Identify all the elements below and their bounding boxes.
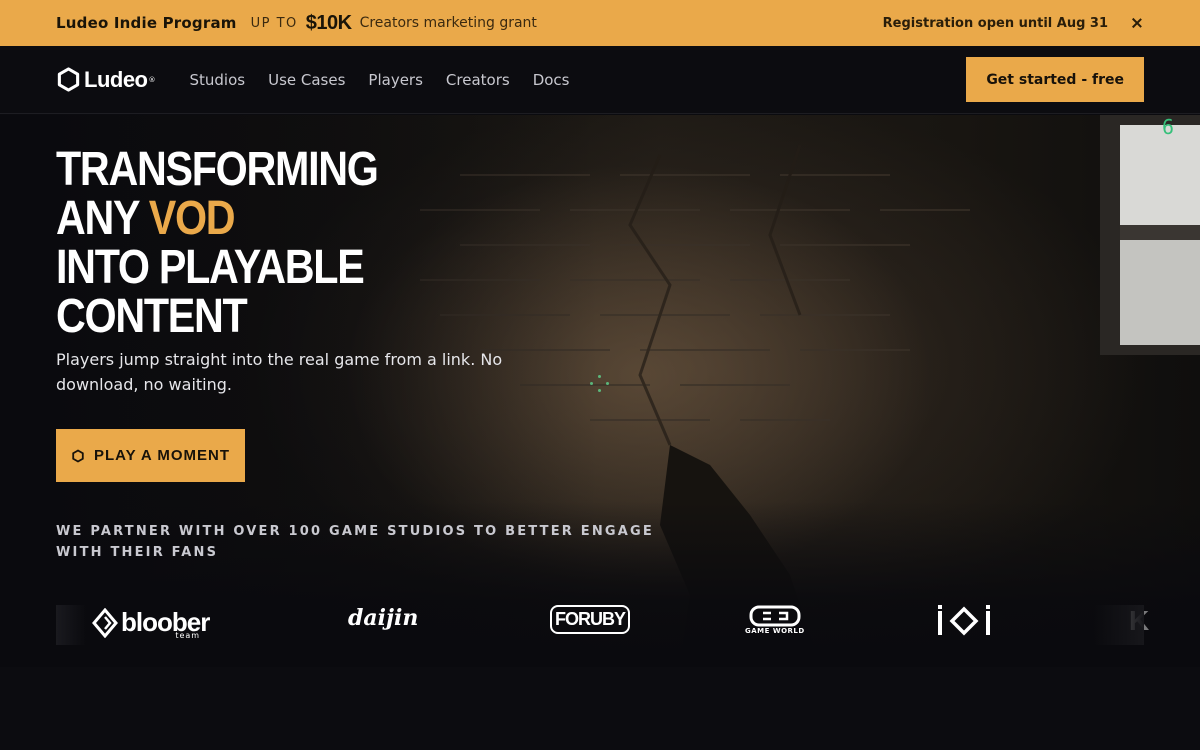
- partners-heading: WE PARTNER WITH OVER 100 GAME STUDIOS TO…: [56, 524, 654, 560]
- hero-section: 6 TRANSFORMING ANY VOD INTO PLAYABLE CON…: [0, 115, 1200, 667]
- nav-link-use-cases[interactable]: Use Cases: [268, 71, 345, 89]
- nav-link-studios[interactable]: Studios: [190, 71, 246, 89]
- hero-headline: TRANSFORMING ANY VOD INTO PLAYABLE CONTE…: [56, 143, 379, 343]
- play-moment-button[interactable]: PLAY A MOMENT: [56, 429, 245, 482]
- registered-mark: ®: [148, 75, 156, 84]
- ioi-mark-icon: [938, 605, 990, 636]
- play-ring-icon: [72, 448, 84, 463]
- bloober-team-text: team: [175, 631, 201, 640]
- promo-registration: Registration open until Aug 31: [882, 15, 1108, 31]
- play-moment-label: PLAY A MOMENT: [93, 447, 231, 464]
- get-started-button[interactable]: Get started - free: [966, 57, 1144, 102]
- nav-links: Studios Use Cases Players Creators Docs: [190, 71, 570, 89]
- daijin-text: daijin: [348, 605, 419, 631]
- brand-logo[interactable]: Ludeo ®: [56, 67, 156, 93]
- daijin-logo: daijin: [348, 605, 418, 631]
- headline-line-4: CONTENT: [56, 290, 248, 343]
- promo-grant: Creators marketing grant: [359, 15, 537, 31]
- headline-vod: VOD: [148, 192, 236, 245]
- logo-fade-left: [56, 605, 86, 645]
- nav-link-creators[interactable]: Creators: [446, 71, 510, 89]
- page-bottom: [0, 667, 1200, 750]
- ludeo-logo-icon: [57, 67, 80, 92]
- nav-link-docs[interactable]: Docs: [533, 71, 570, 89]
- brand-name: Ludeo: [84, 66, 148, 92]
- headline-line-1: TRANSFORMING: [56, 143, 379, 196]
- bloober-logo: bloober team: [92, 605, 210, 640]
- promo-amount: $10K: [305, 11, 352, 34]
- foruby-text: FORUBY: [550, 605, 630, 634]
- ioi-logo: [936, 605, 992, 637]
- close-icon[interactable]: [1130, 16, 1144, 30]
- headline-any: ANY: [56, 192, 140, 245]
- promo-upto: UP TO: [250, 15, 298, 31]
- game-world-text: GAME WORLD: [745, 627, 805, 635]
- game-world-logo: GAME WORLD: [745, 605, 805, 635]
- promo-program[interactable]: Ludeo Indie Program: [56, 14, 237, 32]
- nav-link-players[interactable]: Players: [368, 71, 423, 89]
- partner-logos: bloober team daijin FORUBY GAME WORLD: [56, 595, 1149, 655]
- foruby-logo: FORUBY: [550, 605, 630, 634]
- main-nav: Ludeo ® Studios Use Cases Players Creato…: [0, 46, 1200, 114]
- hero-subtitle: Players jump straight into the real game…: [56, 350, 503, 394]
- headline-line-3: INTO PLAYABLE: [56, 241, 365, 294]
- logo-fade-right: [1094, 605, 1144, 645]
- game-world-mark-icon: [749, 605, 801, 627]
- promo-bar: Ludeo Indie Program UP TO $10K Creators …: [0, 0, 1200, 46]
- bloober-mark-icon: [92, 607, 118, 638]
- headline-line-2: ANY VOD: [56, 194, 378, 243]
